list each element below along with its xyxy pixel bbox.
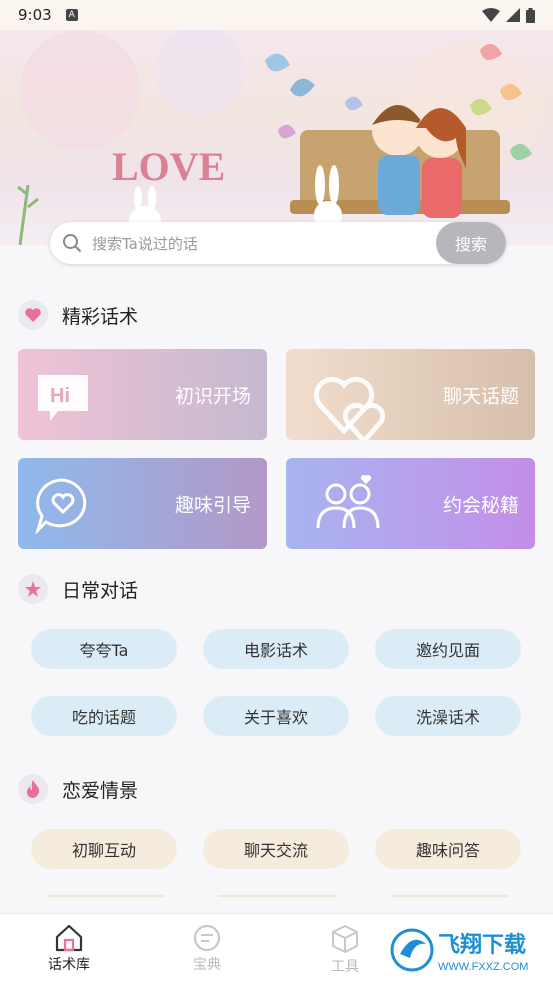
cube-icon [332,925,358,953]
star-icon [18,574,48,604]
card-label: 约会秘籍 [442,494,519,516]
section-daily-header: 日常对话 [18,574,138,604]
section-title: 日常对话 [62,579,139,602]
section-title: 精彩话术 [62,305,139,328]
hi-chat-icon: Hi [38,375,88,421]
status-time: 9:03 [18,6,52,24]
banner-image: LOVE [0,30,553,245]
card-chat-topics[interactable]: 聊天话题 [286,349,535,440]
card-dating-tips[interactable]: 约会秘籍 [286,458,535,549]
watermark-brand: 飞翔下载 [438,932,526,957]
pill-love[interactable]: 初聊互动 [31,829,177,869]
section-title: 恋爱情景 [62,779,139,802]
couple-icon [316,475,380,529]
pill-daily[interactable]: 电影话术 [203,629,349,669]
tab-label: 话术库 [48,957,90,973]
watermark-logo: 飞翔下载 WWW.FXXZ.COM [388,922,546,978]
wifi-icon [482,8,500,22]
card-label: 聊天话题 [442,385,519,407]
pill-love[interactable]: 聊天交流 [203,829,349,869]
search-button[interactable]: 搜索 [436,222,506,264]
card-fun-guide[interactable]: 趣味引导 [18,458,267,549]
pill-daily[interactable]: 洗澡话术 [375,696,521,736]
chat-bubble-icon [193,924,221,952]
pill-love[interactable]: 趣味问答 [375,829,521,869]
card-label: 初识开场 [174,385,251,407]
search-icon [63,234,82,253]
tab-label: 宝典 [193,957,221,973]
pill-daily[interactable]: 邀约见面 [375,629,521,669]
heart-icon [18,300,48,330]
status-bar: 9:03 A [0,0,553,30]
banner-illustration: LOVE [17,30,540,245]
section-featured-header: 精彩话术 [18,300,138,330]
svg-text:Hi: Hi [50,385,70,407]
tab-label: 工具 [331,959,359,975]
heart-bubble-icon [35,478,87,534]
card-first-meet[interactable]: Hi 初识开场 [18,349,267,440]
pill-daily[interactable]: 关于喜欢 [203,696,349,736]
flame-icon [18,774,48,804]
next-row-edge [46,895,164,897]
notification-a-icon: A [65,9,78,21]
section-love-header: 恋爱情景 [18,774,138,804]
battery-icon [526,7,535,23]
search-bar[interactable]: 搜索Ta说过的话 搜索 [50,222,506,264]
search-input[interactable]: 搜索Ta说过的话 [92,233,436,254]
signal-icon [506,8,520,22]
tab-library[interactable]: 话术库 [29,924,109,974]
love-art-text: LOVE [112,144,225,189]
next-row-edge [390,895,508,897]
tab-guide[interactable]: 宝典 [167,924,247,974]
pill-daily[interactable]: 夸夸Ta [31,629,177,669]
home-icon [55,924,83,952]
double-heart-icon [314,376,386,440]
next-row-edge [218,895,336,897]
card-label: 趣味引导 [174,494,251,516]
watermark-url: WWW.FXXZ.COM [438,961,528,973]
pill-daily[interactable]: 吃的话题 [31,696,177,736]
tab-tools[interactable]: 工具 [305,924,385,976]
